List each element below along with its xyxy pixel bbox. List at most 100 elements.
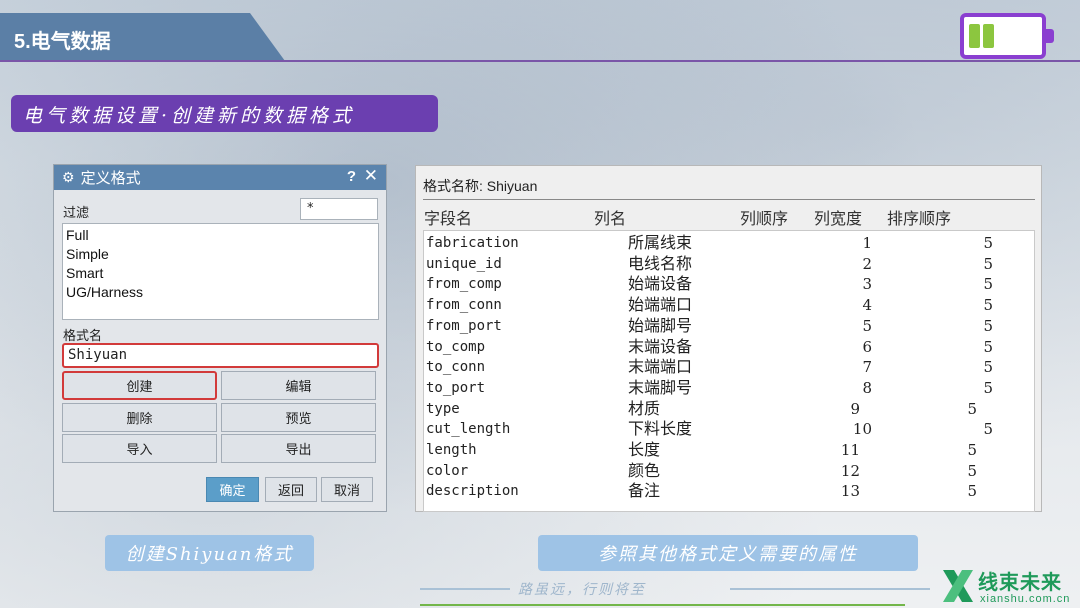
cell-column: 下料长度: [628, 419, 693, 439]
cell-width: 6: [862, 337, 872, 356]
header-sort: 排序顺序: [887, 209, 952, 228]
cell-width: 4: [862, 296, 872, 315]
cell-width: 10: [852, 420, 872, 439]
back-button[interactable]: 返回: [265, 477, 317, 502]
logo-name: 线束未来: [978, 570, 1062, 594]
cell-sort: 5: [983, 254, 993, 273]
cell-column: 始端设备: [628, 274, 693, 294]
gear-icon: ⚙: [62, 169, 75, 185]
format-name-input[interactable]: Shiyuan: [62, 343, 379, 368]
cell-sort: 5: [967, 482, 977, 501]
format-listbox[interactable]: Full Simple Smart UG/Harness: [62, 223, 379, 320]
cell-field: from_port: [426, 317, 502, 334]
cell-sort: 5: [983, 275, 993, 294]
battery-icon: [960, 13, 1054, 59]
list-item[interactable]: Smart: [66, 264, 375, 283]
cell-column: 末端端口: [628, 357, 693, 377]
panel-divider: [423, 199, 1035, 200]
cell-sort: 5: [983, 296, 993, 315]
cell-width: 2: [862, 254, 872, 273]
footer-line-right: [730, 588, 930, 590]
cell-width: 7: [862, 358, 872, 377]
cell-field: to_comp: [426, 338, 486, 355]
edit-button[interactable]: 编辑: [221, 371, 376, 400]
battery-cell: [983, 24, 994, 48]
cell-order: 12: [840, 461, 860, 480]
define-format-dialog: ⚙ 定义格式 ? ✕ 过滤 * Full Simple Smart UG/Har…: [53, 164, 387, 512]
table-row: to_port 末端脚号 8 5: [424, 378, 1036, 398]
cell-column: 备注: [628, 481, 661, 501]
create-button[interactable]: 创建: [62, 371, 217, 400]
preview-button[interactable]: 预览: [221, 403, 376, 432]
table-row: length 长度 11 5: [424, 440, 1036, 460]
header-column: 列名: [594, 209, 627, 228]
cell-column: 材质: [628, 398, 661, 418]
cell-sort: 5: [967, 441, 977, 459]
cell-sort: 5: [967, 461, 977, 480]
cell-field: to_conn: [426, 359, 486, 376]
table-row: color 颜色 12 5: [424, 461, 1036, 481]
table-row: from_conn 始端端口 4 5: [424, 295, 1036, 315]
table-row: unique_id 电线名称 2 5: [424, 254, 1036, 274]
format-name-line: 格式名称: Shiyuan: [423, 178, 538, 194]
cell-sort: 5: [983, 234, 993, 252]
list-item[interactable]: UG/Harness: [66, 283, 375, 302]
cell-field: description: [426, 483, 519, 500]
ok-button[interactable]: 确定: [206, 477, 259, 502]
table-row: description 备注 13 5: [424, 481, 1036, 501]
format-name-label: 格式名: [63, 328, 103, 343]
cell-column: 始端脚号: [628, 315, 693, 335]
format-definition-panel: 格式名称: Shiyuan 字段名 列名 列顺序 列宽度 排序顺序 fabric…: [415, 165, 1042, 512]
import-button[interactable]: 导入: [62, 434, 217, 463]
caption-right: 参照其他格式定义需要的属性: [538, 535, 918, 571]
brand-logo: 线束未来 xianshu.com.cn: [938, 566, 1080, 608]
footer-accent-line: [420, 604, 905, 606]
logo-mark-icon: [943, 570, 973, 602]
cell-column: 末端设备: [628, 336, 693, 356]
list-item[interactable]: Full: [66, 226, 375, 245]
cell-width: 8: [862, 378, 872, 397]
cell-sort: 5: [983, 420, 993, 439]
caption-left: 创建Shiyuan格式: [105, 535, 314, 571]
header-field: 字段名: [424, 209, 473, 228]
delete-button[interactable]: 删除: [62, 403, 217, 432]
cancel-button[interactable]: 取消: [321, 477, 373, 502]
table-row: from_port 始端脚号 5 5: [424, 316, 1036, 336]
filter-label: 过滤: [63, 205, 90, 220]
help-button[interactable]: ?: [347, 168, 356, 185]
cell-column: 长度: [628, 440, 661, 459]
table-row: type 材质 9 5: [424, 399, 1036, 419]
cell-column: 电线名称: [628, 253, 693, 273]
cell-field: fabrication: [426, 235, 519, 251]
slide-subtitle: 电气数据设置·创建新的数据格式: [11, 95, 438, 132]
cell-sort: 5: [983, 316, 993, 335]
cell-field: to_port: [426, 379, 486, 396]
section-title: 5.电气数据: [0, 13, 285, 61]
cell-width: 3: [862, 275, 872, 294]
cell-field: unique_id: [426, 255, 502, 272]
cell-sort: 5: [983, 337, 993, 356]
cell-order: 9: [850, 399, 860, 418]
cell-column: 颜色: [628, 460, 661, 480]
dialog-title: 定义格式: [80, 170, 141, 187]
cell-column: 所属线束: [628, 233, 693, 252]
table-row: to_comp 末端设备 6 5: [424, 337, 1036, 357]
close-icon[interactable]: ✕: [364, 166, 378, 186]
battery-tip: [1046, 29, 1054, 43]
format-table: fabrication 所属线束 1 5 unique_id 电线名称 2 5 from_com…: [423, 230, 1035, 512]
cell-field: from_conn: [426, 297, 502, 314]
cell-width: 1: [862, 234, 872, 252]
cell-field: from_comp: [426, 276, 502, 293]
cell-order: 11: [840, 441, 860, 459]
export-button[interactable]: 导出: [221, 434, 376, 463]
cell-field: length: [426, 442, 477, 458]
cell-sort: 5: [983, 378, 993, 397]
slogan: 路虽远，行则将至: [518, 582, 646, 598]
cell-field: type: [426, 400, 460, 417]
header-divider: [0, 60, 1080, 62]
table-row: cut_length 下料长度 10 5: [424, 419, 1036, 439]
list-item[interactable]: Simple: [66, 245, 375, 264]
cell-column: 末端脚号: [628, 377, 693, 397]
filter-input[interactable]: *: [300, 198, 378, 220]
cell-field: color: [426, 462, 469, 479]
